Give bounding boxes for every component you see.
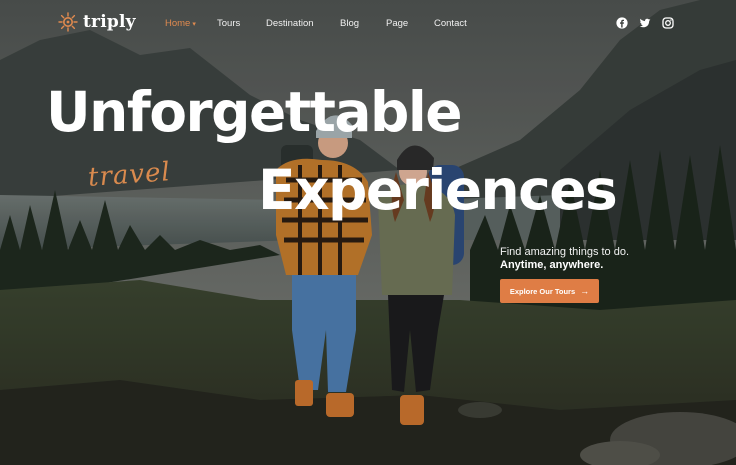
nav-item-home[interactable]: Home ▾	[165, 18, 196, 29]
social-links	[616, 17, 674, 29]
nav-item-label: Page	[386, 18, 409, 29]
facebook-icon[interactable]	[616, 17, 628, 29]
hero-section: triply Home ▾ Tours Destination Blog Page…	[0, 0, 736, 465]
nav-item-destination[interactable]: Destination	[266, 18, 314, 29]
nav-item-tours[interactable]: Tours	[217, 18, 240, 29]
nav-item-label: Blog	[340, 18, 360, 29]
top-navigation: triply Home ▾ Tours Destination Blog Page…	[0, 0, 736, 46]
hero-background-image	[0, 0, 736, 465]
twitter-icon[interactable]	[639, 17, 651, 29]
nav-item-contact[interactable]: Contact	[434, 18, 467, 29]
brand-name: triply	[83, 12, 136, 32]
nav-item-label: Destination	[266, 18, 314, 29]
brand-logo[interactable]: triply	[58, 12, 136, 32]
chevron-down-icon: ▾	[192, 21, 196, 28]
hero-headline-line2: Experiences	[258, 158, 618, 222]
nav-item-page[interactable]: Page	[386, 18, 408, 29]
arrow-right-icon: →	[580, 286, 590, 296]
hero-script-accent: travel	[87, 157, 172, 193]
hero-subtitle: Find amazing things to do.	[500, 246, 630, 258]
hero-subtitle-bold: Anytime, anywhere.	[500, 259, 604, 271]
nav-item-label: Home	[165, 18, 191, 29]
nav-item-label: Tours	[217, 18, 241, 29]
sun-mandala-icon	[58, 12, 78, 32]
explore-tours-button[interactable]: Explore Our Tours →	[500, 279, 599, 303]
cta-label: Explore Our Tours	[509, 286, 576, 296]
nav-item-blog[interactable]: Blog	[340, 18, 359, 29]
hero-headline-line1: Unforgettable	[46, 80, 463, 144]
nav-item-label: Contact	[434, 18, 467, 29]
instagram-icon[interactable]	[662, 17, 674, 29]
